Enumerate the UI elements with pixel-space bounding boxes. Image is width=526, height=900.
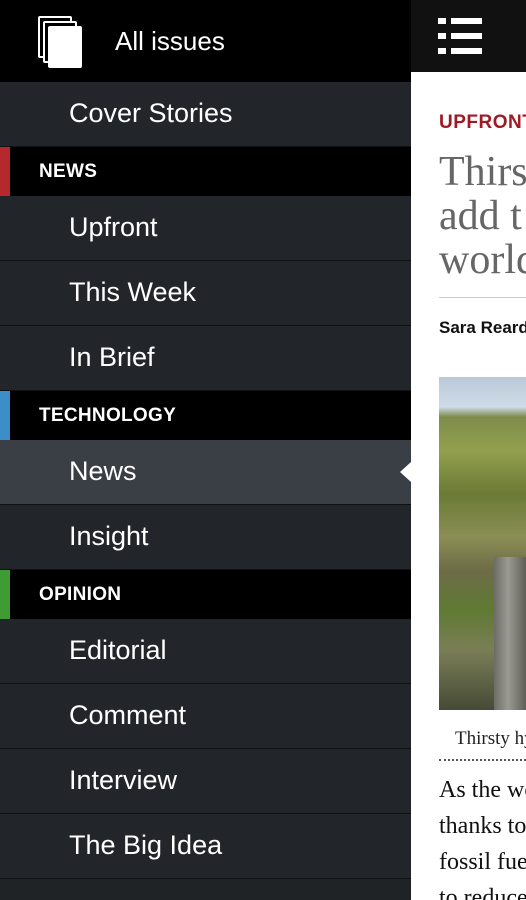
article-body: As the world thanks to a fossil fuel to … — [439, 777, 526, 900]
nav-item-label: Interview — [69, 765, 178, 795]
nav-item-label: Cover Stories — [69, 98, 233, 128]
menu-list-icon[interactable] — [438, 18, 482, 54]
section-color-stripe — [0, 570, 10, 619]
article-pane: UPFRONT Thirsty add t world Sara Reardon… — [411, 0, 526, 900]
nav-item-the-big-idea[interactable]: The Big Idea — [0, 814, 411, 879]
nav-item-editorial[interactable]: Editorial — [0, 619, 411, 684]
nav-item-label: Insight — [69, 521, 149, 551]
nav-item-this-week[interactable]: This Week — [0, 261, 411, 326]
section-list: Cover Stories NEWS Upfront This Week In Brie… — [0, 82, 411, 879]
section-header-technology: TECHNOLOGY — [0, 391, 411, 440]
issues-stack-icon — [38, 16, 82, 68]
section-header-opinion: OPINION — [0, 570, 411, 619]
nav-item-cover-stories[interactable]: Cover Stories — [0, 82, 411, 147]
nav-item-interview[interactable]: Interview — [0, 749, 411, 814]
navigation-drawer: All issues Cover Stories NEWS Upfront This … — [0, 0, 411, 900]
nav-item-label: In Brief — [69, 342, 155, 372]
caption-divider — [439, 759, 526, 761]
article-category[interactable]: UPFRONT — [439, 112, 526, 134]
section-label: NEWS — [39, 161, 98, 182]
article-toolbar — [411, 0, 526, 72]
section-header-news: NEWS — [0, 147, 411, 196]
article-author[interactable]: Sara Reardon — [439, 318, 526, 338]
article-title: Thirsty add t world — [439, 149, 526, 283]
nav-item-label: This Week — [69, 277, 197, 307]
nav-item-in-brief[interactable]: In Brief — [0, 326, 411, 391]
article-caption: Thirsty hydro — [455, 728, 526, 749]
selection-pointer-icon — [400, 462, 411, 482]
section-color-stripe — [0, 147, 10, 196]
nav-item-upfront[interactable]: Upfront — [0, 196, 411, 261]
nav-item-label: The Big Idea — [69, 830, 223, 860]
all-issues-label: All issues — [115, 26, 225, 56]
section-label: TECHNOLOGY — [39, 405, 177, 426]
nav-item-label: Upfront — [69, 212, 158, 242]
nav-item-label: News — [69, 456, 137, 486]
nav-item-label: Comment — [69, 700, 187, 730]
section-color-stripe — [0, 391, 10, 440]
nav-item-comment[interactable]: Comment — [0, 684, 411, 749]
nav-item-insight[interactable]: Insight — [0, 505, 411, 570]
article-photo[interactable] — [439, 377, 526, 710]
article-divider — [439, 297, 526, 298]
nav-item-label: Editorial — [69, 635, 167, 665]
nav-item-news[interactable]: News — [0, 440, 411, 505]
all-issues-button[interactable]: All issues — [0, 0, 411, 82]
section-label: OPINION — [39, 584, 122, 605]
